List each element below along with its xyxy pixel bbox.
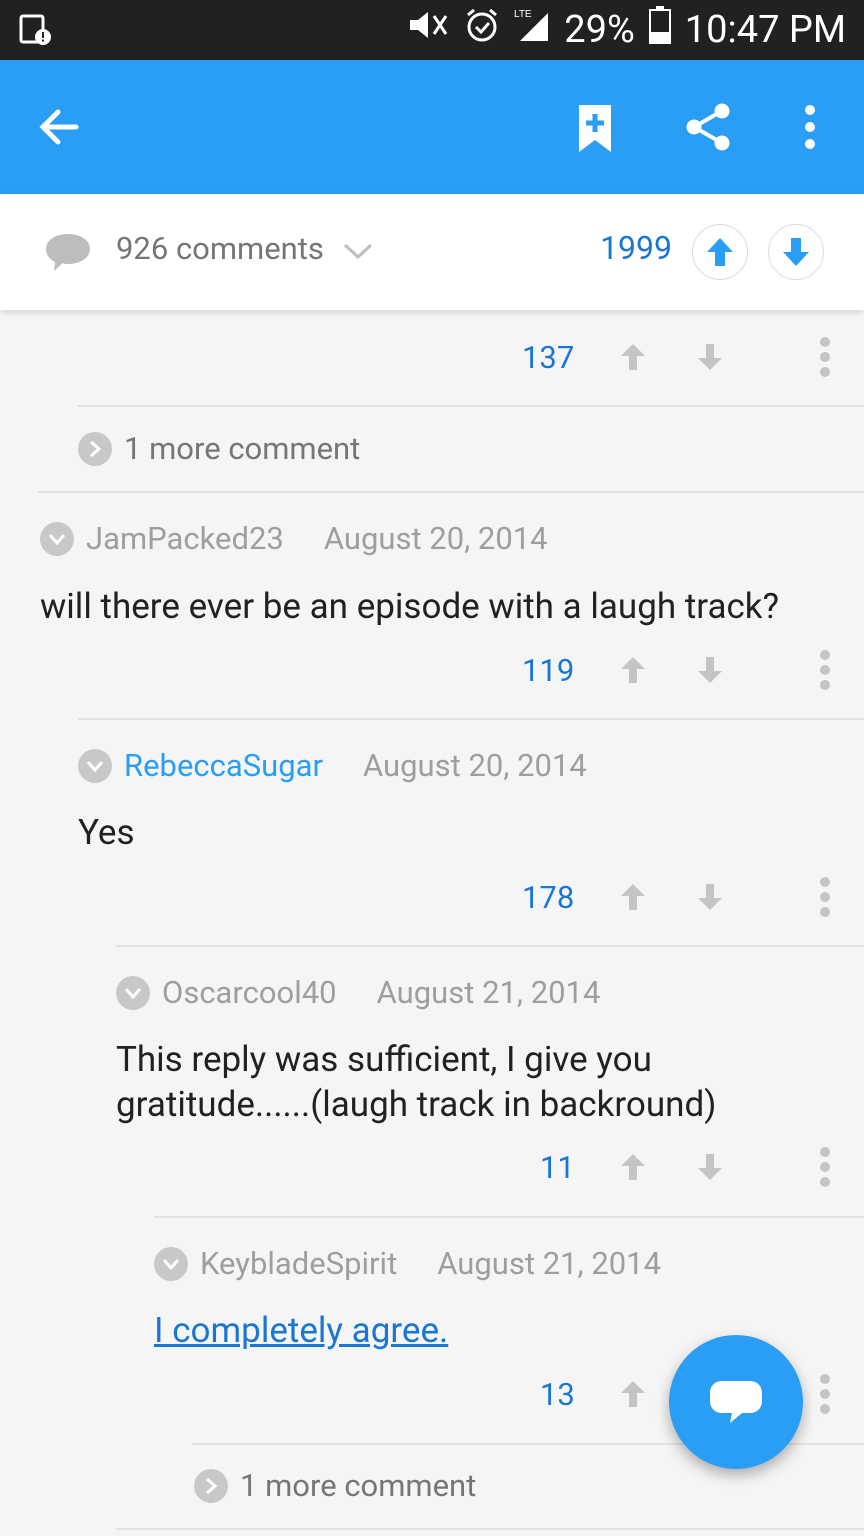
comment-points: 13 bbox=[540, 1375, 575, 1413]
screen-cast-icon bbox=[18, 13, 54, 51]
upvote-button[interactable] bbox=[619, 655, 647, 689]
bookmark-add-icon[interactable] bbox=[576, 102, 614, 160]
collapse-check-icon[interactable] bbox=[116, 975, 150, 1010]
chevron-down-icon bbox=[343, 243, 372, 259]
comment-vote-row: 119 bbox=[522, 645, 574, 695]
app-bar bbox=[0, 60, 864, 194]
divider bbox=[38, 491, 864, 493]
comments-count-label: 926 comments bbox=[116, 230, 324, 267]
comment-author[interactable]: JamPacked23 bbox=[86, 520, 284, 557]
divider bbox=[78, 405, 864, 407]
downvote-button[interactable] bbox=[696, 882, 724, 916]
comment-date: August 20, 2014 bbox=[323, 520, 548, 557]
comment-points: 137 bbox=[522, 338, 575, 376]
divider bbox=[116, 945, 864, 947]
clock: 10:47 PM bbox=[684, 8, 846, 52]
chevron-right-icon bbox=[78, 431, 112, 466]
comment-vote-row: 13 bbox=[540, 1369, 575, 1419]
comment-meta: Oscarcool40 August 21, 2014 bbox=[116, 974, 600, 1011]
comment-link[interactable]: I completely agree. bbox=[154, 1310, 448, 1351]
comment-overflow-icon[interactable] bbox=[818, 1146, 832, 1192]
battery-percent: 29% bbox=[564, 8, 635, 52]
comment-points: 178 bbox=[522, 878, 575, 916]
comment-overflow-icon[interactable] bbox=[818, 649, 832, 695]
downvote-button[interactable] bbox=[696, 655, 724, 689]
downvote-button[interactable] bbox=[696, 342, 724, 376]
downvote-arrow-icon bbox=[783, 238, 809, 266]
comment-vote-row: 137 bbox=[522, 332, 574, 382]
more-comments-label: 1 more comment bbox=[124, 430, 361, 467]
comment-bubble-icon bbox=[44, 232, 92, 278]
collapse-check-icon[interactable] bbox=[78, 748, 112, 783]
alarm-icon bbox=[464, 7, 500, 53]
upvote-button[interactable] bbox=[619, 1379, 647, 1413]
chevron-right-icon bbox=[194, 1468, 228, 1503]
comment-author[interactable]: RebeccaSugar bbox=[124, 747, 323, 784]
overflow-menu-icon[interactable] bbox=[803, 104, 817, 154]
signal-icon: LTE bbox=[514, 7, 550, 53]
comment-date: August 20, 2014 bbox=[362, 747, 587, 784]
divider bbox=[78, 718, 864, 720]
post-score: 1999 bbox=[600, 229, 672, 267]
status-bar: LTE 29% 10:47 PM bbox=[0, 0, 864, 60]
comment-author[interactable]: KeybladeSpirit bbox=[200, 1245, 397, 1282]
post-summary-bar: 926 comments 1999 bbox=[0, 194, 864, 310]
comment-points: 119 bbox=[522, 651, 575, 689]
share-icon[interactable] bbox=[684, 102, 732, 156]
svg-text:LTE: LTE bbox=[514, 9, 532, 20]
comment-body: I completely agree. bbox=[154, 1308, 448, 1353]
comment-vote-row: 178 bbox=[522, 872, 574, 922]
upvote-button[interactable] bbox=[619, 342, 647, 376]
divider bbox=[116, 1528, 864, 1530]
comment-date: August 21, 2014 bbox=[376, 974, 601, 1011]
divider bbox=[154, 1216, 864, 1218]
reply-fab-button[interactable] bbox=[669, 1335, 803, 1469]
comments-count-dropdown[interactable]: 926 comments bbox=[116, 230, 374, 267]
back-arrow-icon[interactable] bbox=[36, 96, 82, 162]
comment-vote-row: 11 bbox=[540, 1142, 575, 1192]
mute-icon bbox=[406, 8, 450, 52]
comment-points: 11 bbox=[540, 1148, 575, 1186]
comment-date: August 21, 2014 bbox=[437, 1245, 662, 1282]
comment-meta: RebeccaSugar August 20, 2014 bbox=[78, 747, 587, 784]
comment-overflow-icon[interactable] bbox=[818, 1373, 832, 1419]
upvote-arrow-icon bbox=[707, 238, 733, 266]
upvote-button[interactable] bbox=[619, 1152, 647, 1186]
comment-overflow-icon[interactable] bbox=[818, 876, 832, 922]
comment-meta: KeybladeSpirit August 21, 2014 bbox=[154, 1245, 661, 1282]
comment-body-line: This reply was sufficient, I give you bbox=[116, 1039, 652, 1080]
upvote-button[interactable] bbox=[619, 882, 647, 916]
more-comments-label: 1 more comment bbox=[240, 1467, 477, 1504]
comment-meta: JamPacked23 August 20, 2014 bbox=[40, 520, 548, 557]
comment-author[interactable]: Oscarcool40 bbox=[162, 974, 337, 1011]
load-more-comments[interactable]: 1 more comment bbox=[78, 430, 360, 467]
comment-body: This reply was sufficient, I give you gr… bbox=[116, 1037, 716, 1127]
load-more-comments[interactable]: 1 more comment bbox=[194, 1467, 476, 1504]
comment-overflow-icon[interactable] bbox=[818, 336, 832, 382]
chat-bubble-icon bbox=[710, 1381, 762, 1423]
collapse-check-icon[interactable] bbox=[154, 1246, 188, 1281]
comment-body: will there ever be an episode with a lau… bbox=[40, 586, 780, 627]
downvote-button[interactable] bbox=[696, 1152, 724, 1186]
battery-icon bbox=[648, 6, 671, 54]
post-upvote-button[interactable] bbox=[692, 224, 748, 280]
comment-body: Yes bbox=[78, 812, 135, 853]
collapse-check-icon[interactable] bbox=[40, 521, 74, 556]
post-downvote-button[interactable] bbox=[768, 224, 824, 280]
comment-body-line: gratitude......(laugh track in backround… bbox=[116, 1084, 717, 1125]
